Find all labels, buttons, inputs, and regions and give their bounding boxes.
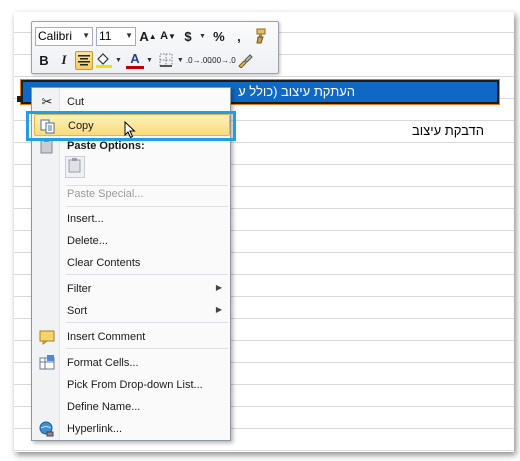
currency-icon: $	[184, 28, 192, 44]
italic-button[interactable]: I	[55, 51, 73, 70]
chevron-down-icon[interactable]: ▼	[146, 57, 153, 64]
menu-item-filter[interactable]: Filter ▶	[34, 278, 230, 300]
increase-decimal-icon: .0→.00	[185, 55, 212, 65]
center-align-button[interactable]	[75, 50, 93, 70]
borders-icon	[159, 53, 173, 67]
menu-item-label: Filter	[67, 283, 92, 295]
increase-decimal-button[interactable]: .0→.00	[185, 51, 212, 70]
format-cells-icon	[39, 355, 55, 371]
mini-toolbar-row-1: Calibri ▼ 11 ▼ A ▲ A ▼ $ ▼ % ,	[35, 25, 270, 47]
menu-item-insert[interactable]: Insert...	[34, 208, 230, 230]
shrink-font-icon: A	[160, 30, 169, 42]
submenu-arrow-icon: ▶	[215, 283, 222, 292]
menu-item-insert-comment[interactable]: Insert Comment	[34, 326, 230, 348]
comma-button[interactable]: ,	[230, 27, 248, 46]
down-caret-icon: ▼	[168, 31, 176, 41]
percent-button[interactable]: %	[210, 27, 228, 46]
paste-option-button[interactable]	[65, 156, 85, 178]
menu-separator	[66, 348, 228, 349]
paste-icon	[68, 158, 81, 173]
chevron-down-icon: ▼	[82, 30, 90, 40]
menu-item-label: Insert Comment	[67, 331, 146, 343]
format-painter-button[interactable]	[250, 27, 268, 46]
font-name-combo[interactable]: Calibri ▼	[35, 26, 93, 46]
italic-icon: I	[61, 52, 67, 67]
mini-toolbar-row-2: B I ▼ A ▼ ▼ .0→.00 .00→.0	[35, 49, 256, 71]
chevron-down-icon: ▼	[125, 30, 133, 40]
menu-item-label: Clear Contents	[67, 257, 141, 269]
font-size-value: 11	[99, 29, 112, 43]
decrease-decimal-icon: .00→.0	[209, 55, 236, 65]
fill-handle[interactable]	[17, 96, 23, 102]
grow-font-button[interactable]: A ▲	[139, 27, 157, 46]
percent-icon: %	[213, 28, 225, 44]
font-color-button[interactable]: A	[125, 51, 144, 69]
menu-item-cut[interactable]: ✂ Cut	[34, 91, 230, 113]
mouse-pointer-icon	[124, 121, 136, 139]
cell-text-paste-format[interactable]: הדבקת עיצוב	[412, 123, 484, 138]
up-caret-icon: ▲	[148, 31, 157, 41]
hyperlink-icon	[39, 421, 55, 437]
bold-button[interactable]: B	[35, 51, 53, 70]
decrease-decimal-button[interactable]: .00→.0	[209, 51, 236, 70]
borders-button[interactable]	[157, 51, 175, 70]
menu-item-format-cells[interactable]: Format Cells...	[34, 352, 230, 374]
menu-item-define-name[interactable]: Define Name...	[34, 396, 230, 418]
brush-icon	[238, 54, 253, 68]
screenshot-stage: העתקת עיצוב (כולל ע הדבקת עיצוב Calibri …	[0, 0, 520, 461]
font-size-combo[interactable]: 11 ▼	[96, 26, 136, 46]
align-center-icon	[78, 55, 90, 66]
menu-item-label: Cut	[67, 96, 85, 108]
fill-color-button[interactable]	[95, 51, 113, 70]
currency-button[interactable]: $	[179, 27, 197, 46]
menu-item-label: Format Cells...	[67, 357, 139, 369]
menu-item-label: Hyperlink...	[67, 423, 123, 435]
menu-item-label: Sort	[67, 305, 88, 317]
bold-icon: B	[39, 52, 49, 68]
comment-icon	[39, 329, 55, 345]
chevron-down-icon[interactable]: ▼	[199, 33, 206, 40]
menu-item-label: Pick From Drop-down List...	[67, 379, 203, 391]
menu-item-label: Delete...	[67, 235, 108, 247]
format-painter-icon	[256, 28, 266, 44]
font-name-value: Calibri	[38, 29, 73, 43]
menu-item-sort[interactable]: Sort ▶	[34, 300, 230, 322]
scissors-icon: ✂	[41, 94, 53, 109]
selected-cell-text: העתקת עיצוב (כולל ע	[238, 84, 355, 99]
chevron-down-icon[interactable]: ▼	[177, 57, 184, 64]
menu-item-label: Paste Special...	[67, 188, 144, 200]
menu-item-clear-contents[interactable]: Clear Contents	[34, 252, 230, 274]
shrink-font-button[interactable]: A ▼	[159, 27, 177, 46]
paint-bucket-icon	[96, 53, 112, 68]
format-painter-brush-button[interactable]	[236, 51, 254, 70]
menu-item-label: Define Name...	[67, 401, 141, 413]
menu-separator	[66, 322, 228, 323]
submenu-arrow-icon: ▶	[215, 305, 222, 314]
chevron-down-icon[interactable]: ▼	[115, 57, 122, 64]
menu-item-label: Paste Options:	[67, 140, 145, 152]
mini-toolbar: Calibri ▼ 11 ▼ A ▲ A ▼ $ ▼ % , B I ▼ A ▼…	[31, 21, 279, 74]
menu-item-pick-dropdown[interactable]: Pick From Drop-down List...	[34, 374, 230, 396]
comma-icon: ,	[237, 28, 241, 44]
menu-item-hyperlink[interactable]: Hyperlink...	[34, 418, 230, 440]
menu-separator	[66, 206, 228, 207]
grow-font-icon: A	[139, 28, 149, 44]
menu-separator	[66, 274, 228, 275]
menu-item-paste-special[interactable]: Paste Special...	[34, 183, 230, 205]
menu-item-label: Insert...	[67, 213, 104, 225]
menu-item-delete[interactable]: Delete...	[34, 230, 230, 252]
font-color-icon: A	[130, 51, 140, 66]
